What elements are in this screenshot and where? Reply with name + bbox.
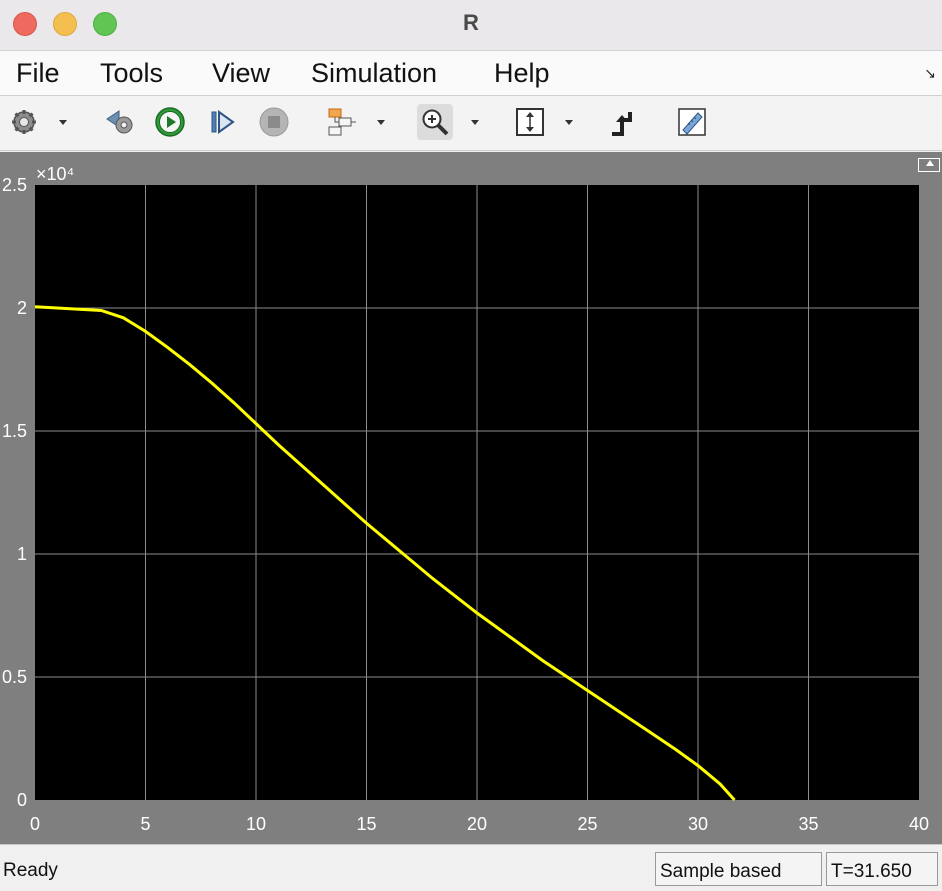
stop-icon	[259, 107, 289, 137]
highlight-block-icon	[328, 108, 356, 136]
settings-dropdown-caret[interactable]	[59, 120, 67, 125]
scope-plot-area: 0 5 10 15 20 25 30 35 40 0 0.5 1 1.5 2 2.5 ×10⁴	[0, 152, 942, 844]
x-tick-label: 0	[30, 814, 40, 834]
dock-arrow-icon[interactable]: ↘	[924, 65, 936, 82]
signal-trigger-button[interactable]	[605, 104, 641, 140]
y-tick-label: 2	[17, 298, 27, 318]
x-tick-labels: 0 5 10 15 20 25 30 35 40	[30, 814, 929, 834]
step-back-button[interactable]	[102, 104, 138, 140]
run-icon	[155, 107, 185, 137]
autoscale-dropdown-caret[interactable]	[565, 120, 573, 125]
autoscale-button[interactable]	[512, 104, 548, 140]
window-title: R	[463, 10, 479, 35]
measurements-button[interactable]	[674, 104, 710, 140]
y-tick-label: 2.5	[2, 175, 27, 195]
x-tick-label: 20	[467, 814, 487, 834]
x-tick-label: 5	[140, 814, 150, 834]
menu-bar: File Tools View Simulation Help ↘	[0, 51, 942, 96]
toolbar	[0, 96, 942, 151]
stop-button[interactable]	[256, 104, 292, 140]
menu-view[interactable]: View	[212, 58, 270, 89]
run-button[interactable]	[152, 104, 188, 140]
x-tick-label: 35	[798, 814, 818, 834]
x-tick-label: 25	[577, 814, 597, 834]
gear-icon	[12, 110, 36, 134]
x-tick-label: 15	[356, 814, 376, 834]
highlight-block-button[interactable]	[324, 104, 360, 140]
zoom-dropdown-caret[interactable]	[471, 120, 479, 125]
autoscale-icon	[516, 108, 544, 136]
line-chart[interactable]: 0 5 10 15 20 25 30 35 40 0 0.5 1 1.5 2 2.5 ×10⁴	[0, 152, 942, 844]
step-forward-icon	[211, 110, 235, 134]
status-bar: Ready Sample based T=31.650	[0, 844, 942, 891]
menu-simulation[interactable]: Simulation	[311, 58, 437, 89]
sample-mode-indicator: Sample based	[655, 852, 822, 886]
menu-tools[interactable]: Tools	[100, 58, 163, 89]
y-tick-label: 0	[17, 790, 27, 810]
menu-help[interactable]: Help	[494, 58, 550, 89]
x-tick-label: 40	[909, 814, 929, 834]
status-ready: Ready	[3, 860, 58, 881]
zoom-button[interactable]	[417, 104, 453, 140]
simulation-time-indicator: T=31.650	[826, 852, 938, 886]
menu-file[interactable]: File	[16, 58, 60, 89]
settings-button[interactable]	[6, 104, 42, 140]
step-back-icon	[106, 110, 133, 134]
x-tick-label: 30	[688, 814, 708, 834]
y-tick-label: 1.5	[2, 421, 27, 441]
y-tick-labels: 0 0.5 1 1.5 2 2.5	[2, 175, 27, 810]
zoom-icon	[422, 109, 449, 136]
y-exponent-label: ×10⁴	[36, 164, 74, 184]
signal-icon	[612, 112, 632, 136]
x-tick-label: 10	[246, 814, 266, 834]
measurement-icon	[678, 108, 706, 136]
highlight-dropdown-caret[interactable]	[377, 120, 385, 125]
title-bar: R	[0, 0, 942, 51]
step-forward-button[interactable]	[204, 104, 240, 140]
y-tick-label: 0.5	[2, 667, 27, 687]
y-tick-label: 1	[17, 544, 27, 564]
